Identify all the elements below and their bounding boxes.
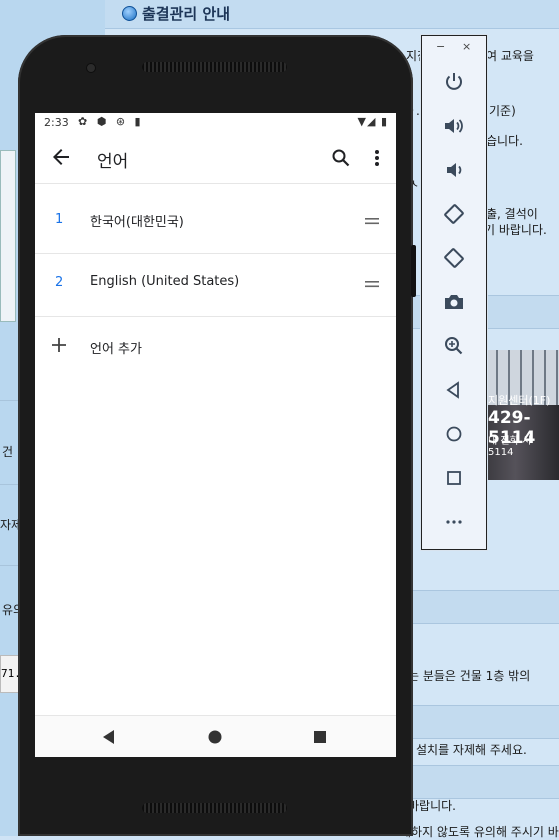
- language-item-korean[interactable]: 1 한국어(대한민국): [35, 190, 396, 254]
- search-icon[interactable]: [329, 146, 353, 170]
- background-text-fragment: 건: [2, 445, 14, 459]
- background-band: [405, 705, 559, 739]
- background-text-fragment: 바랍니다.: [408, 799, 456, 813]
- add-language-label: 언어 추가: [90, 342, 142, 357]
- page-title: 언어: [97, 152, 129, 172]
- more-options-icon[interactable]: [367, 146, 387, 170]
- language-name: 한국어(대한민국): [90, 215, 184, 230]
- nav-recents-icon[interactable]: [310, 727, 330, 747]
- more-dots-icon[interactable]: [442, 510, 466, 534]
- volume-up-icon[interactable]: [442, 114, 466, 138]
- background-divider: [0, 565, 20, 566]
- add-language-button[interactable]: 언어 추가: [35, 316, 396, 379]
- background-text-fragment: 기 바랍니다.: [484, 223, 547, 237]
- zoom-icon[interactable]: [442, 334, 466, 358]
- drag-handle-icon[interactable]: [364, 276, 380, 292]
- background-text-fragment: 여 교육을: [486, 49, 534, 63]
- speaker-grille-top: [142, 62, 287, 72]
- background-text-fragment: 습니다.: [486, 134, 523, 148]
- plus-icon: [49, 335, 69, 355]
- nav-home-icon[interactable]: [205, 727, 225, 747]
- background-title-text: 출결관리 안내: [142, 5, 231, 23]
- rotate-left-icon[interactable]: [442, 202, 466, 226]
- rotate-right-icon[interactable]: [442, 246, 466, 270]
- home-circle-icon[interactable]: [442, 422, 466, 446]
- close-button[interactable]: ×: [462, 40, 471, 53]
- background-photo: 지원센터(1F) 429-5114 내 전화 시 5114: [486, 350, 559, 480]
- status-bar: 2:33 ✿ ⬢ ⊛ ▮ ▼◢ ▮: [35, 113, 396, 133]
- background-text-fragment: 는 분들은 건물 1층 밖의: [408, 669, 531, 683]
- photo-caption-1: 지원센터(1F): [488, 394, 551, 407]
- background-band: [405, 590, 559, 624]
- status-time: 2:33: [44, 116, 69, 129]
- background-band: [405, 765, 559, 799]
- phone-screen: 2:33 ✿ ⬢ ⊛ ▮ ▼◢ ▮ 언어 1 한국어(대한민국) 2 Engli…: [35, 113, 396, 757]
- power-icon[interactable]: [442, 70, 466, 94]
- status-notification-icons: ✿ ⬢ ⊛ ▮: [78, 115, 144, 128]
- drag-handle-icon[interactable]: [364, 213, 380, 229]
- speaker-grille-bottom: [142, 803, 287, 813]
- background-text-fragment: 해하지 않도록 유의해 주시기 바랍: [400, 825, 559, 839]
- background-text-fragment: 설치를 자제해 주세요.: [416, 743, 527, 757]
- photo-caption-3: 내 전화 시 5114: [488, 436, 532, 458]
- background-section-title: 출결관리 안내: [122, 3, 230, 24]
- minimize-button[interactable]: −: [436, 40, 445, 53]
- bullet-icon: [122, 6, 137, 21]
- emulator-toolbar: − ×: [421, 35, 487, 550]
- toolbar-divider: [35, 183, 396, 184]
- language-index: 2: [55, 275, 64, 290]
- status-signal-battery-icons: ▼◢ ▮: [357, 115, 388, 128]
- volume-down-icon[interactable]: [442, 158, 466, 182]
- language-index: 1: [55, 212, 64, 227]
- language-name: English (United States): [90, 274, 240, 289]
- background-left-panel: [0, 150, 16, 322]
- app-toolbar: 언어: [35, 133, 396, 183]
- camera-icon: [86, 63, 96, 73]
- background-divider: [0, 484, 20, 485]
- nav-back-icon[interactable]: [99, 727, 119, 747]
- overview-square-icon[interactable]: [442, 466, 466, 490]
- language-item-english[interactable]: 2 English (United States): [35, 253, 396, 317]
- background-text-fragment: 기준): [489, 104, 516, 118]
- phone-side-button[interactable]: [411, 245, 416, 297]
- back-arrow-icon[interactable]: [49, 145, 73, 169]
- back-triangle-icon[interactable]: [442, 378, 466, 402]
- background-divider: [0, 400, 20, 401]
- navigation-bar: [35, 715, 396, 757]
- background-text-fragment: 출, 결석이: [486, 207, 538, 221]
- camera-screenshot-icon[interactable]: [442, 290, 466, 314]
